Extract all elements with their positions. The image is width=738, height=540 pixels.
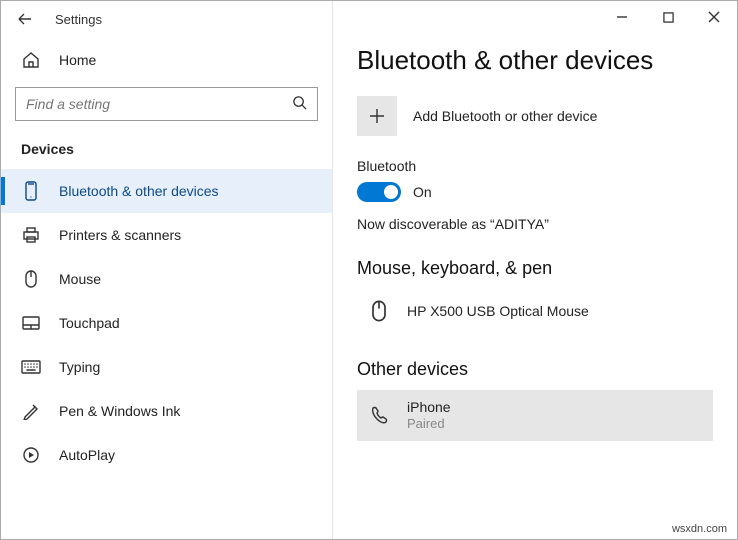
- nav-list: Bluetooth & other devices Printers & sca…: [1, 169, 332, 477]
- sidebar-item-label: Printers & scanners: [59, 227, 181, 243]
- sidebar-item-bluetooth[interactable]: Bluetooth & other devices: [1, 169, 332, 213]
- sidebar-item-label: Typing: [59, 359, 100, 375]
- mouse-device-icon: [365, 297, 393, 325]
- plus-icon: [357, 96, 397, 136]
- device-status: Paired: [407, 416, 451, 433]
- device-mouse-row[interactable]: HP X500 USB Optical Mouse: [357, 289, 713, 333]
- sidebar-item-typing[interactable]: Typing: [1, 345, 332, 389]
- device-name: iPhone: [407, 398, 451, 416]
- bluetooth-section-label: Bluetooth: [357, 158, 713, 174]
- mouse-icon: [21, 269, 41, 289]
- minimize-button[interactable]: [599, 1, 645, 33]
- bluetooth-icon: [21, 181, 41, 201]
- window-controls: [599, 1, 737, 33]
- sidebar-item-mouse[interactable]: Mouse: [1, 257, 332, 301]
- add-device-label: Add Bluetooth or other device: [413, 108, 597, 124]
- sidebar-item-autoplay[interactable]: AutoPlay: [1, 433, 332, 477]
- home-icon: [21, 51, 41, 69]
- device-iphone-row[interactable]: iPhone Paired: [357, 390, 713, 441]
- section-header: Devices: [1, 135, 332, 169]
- add-device-button[interactable]: Add Bluetooth or other device: [357, 96, 713, 136]
- sidebar-item-touchpad[interactable]: Touchpad: [1, 301, 332, 345]
- home-nav[interactable]: Home: [1, 37, 332, 83]
- sidebar-item-label: Touchpad: [59, 315, 120, 331]
- keyboard-icon: [21, 357, 41, 377]
- page-title: Bluetooth & other devices: [357, 45, 713, 76]
- sidebar-item-label: Bluetooth & other devices: [59, 183, 219, 199]
- device-name: HP X500 USB Optical Mouse: [407, 302, 589, 320]
- close-button[interactable]: [691, 1, 737, 33]
- printer-icon: [21, 225, 41, 245]
- sidebar-item-pen[interactable]: Pen & Windows Ink: [1, 389, 332, 433]
- sidebar-item-printers[interactable]: Printers & scanners: [1, 213, 332, 257]
- search-input[interactable]: [26, 96, 292, 112]
- bluetooth-toggle-row: On: [357, 182, 713, 202]
- group-other-title: Other devices: [357, 359, 713, 380]
- maximize-button[interactable]: [645, 1, 691, 33]
- back-button[interactable]: [13, 7, 37, 31]
- pen-icon: [21, 401, 41, 421]
- search-icon: [292, 95, 307, 114]
- bluetooth-toggle[interactable]: [357, 182, 401, 202]
- sidebar-item-label: AutoPlay: [59, 447, 115, 463]
- group-mouse-title: Mouse, keyboard, & pen: [357, 258, 713, 279]
- watermark: wsxdn.com: [672, 523, 727, 535]
- sidebar: Settings Home Devices Bluetooth & other …: [1, 1, 333, 539]
- search-box[interactable]: [15, 87, 318, 121]
- sidebar-item-label: Pen & Windows Ink: [59, 403, 180, 419]
- discoverable-status: Now discoverable as “ADITYA”: [357, 216, 713, 232]
- titlebar: Settings: [1, 1, 332, 37]
- autoplay-icon: [21, 445, 41, 465]
- main-content: Bluetooth & other devices Add Bluetooth …: [333, 1, 737, 539]
- phone-icon: [365, 402, 393, 430]
- app-title: Settings: [55, 12, 102, 27]
- home-label: Home: [59, 52, 96, 68]
- sidebar-item-label: Mouse: [59, 271, 101, 287]
- touchpad-icon: [21, 313, 41, 333]
- bluetooth-toggle-state: On: [413, 184, 432, 200]
